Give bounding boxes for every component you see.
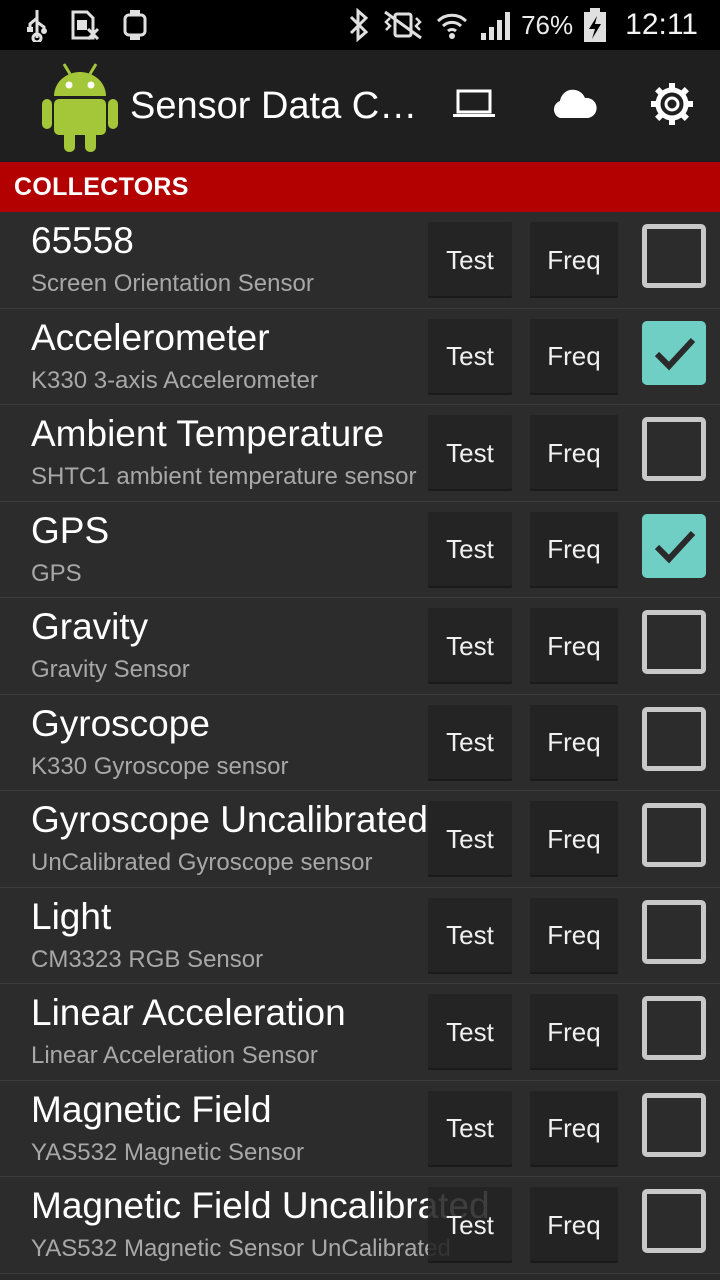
sensor-description: K330 Gyroscope sensor (31, 752, 289, 780)
enable-checkbox[interactable] (642, 610, 706, 674)
freq-button[interactable]: Freq (530, 897, 618, 974)
checkmark-icon (654, 337, 696, 370)
test-button[interactable]: Test (428, 222, 512, 298)
battery-charging-icon (583, 7, 607, 43)
sensor-name: Gravity (31, 606, 149, 647)
freq-button[interactable]: Freq (530, 1090, 618, 1167)
sensor-row[interactable]: Gravity Gravity Sensor Test Freq (0, 598, 720, 695)
enable-checkbox[interactable] (642, 1092, 706, 1157)
action-bar: Sensor Data Collector (0, 50, 720, 162)
enable-checkbox[interactable] (642, 224, 706, 288)
sensor-description: YAS532 Magnetic Sensor UnCalibrated (31, 1235, 451, 1262)
battery-percent: 76% (521, 9, 574, 40)
sensor-row[interactable]: Linear Acceleration Linear Acceleration S… (0, 984, 720, 1081)
watch-icon (122, 9, 148, 41)
sensor-name: Gyroscope Uncalibrated (31, 799, 428, 840)
enable-checkbox[interactable] (642, 417, 706, 481)
laptop-button[interactable] (424, 56, 524, 156)
test-button[interactable]: Test (428, 1090, 512, 1167)
sensor-description: CM3323 RGB Sensor (31, 945, 264, 973)
freq-button[interactable]: Freq (530, 994, 618, 1070)
sensor-row[interactable]: Magnetic Field Uncalibrated YAS532 Magnet… (0, 1177, 720, 1274)
freq-button[interactable]: Freq (530, 318, 618, 395)
enable-checkbox[interactable] (642, 1189, 706, 1253)
sensor-row[interactable]: Ambient Temperature SHTC1 ambient tempera… (0, 405, 720, 502)
sensor-name: Gyroscope (31, 702, 210, 744)
sensor-name: Linear Acceleration (31, 992, 346, 1033)
android-robot-icon (40, 58, 120, 154)
test-button[interactable]: Test (428, 994, 512, 1070)
cloud-button[interactable] (524, 56, 624, 156)
sensor-description: Gravity Sensor (31, 656, 190, 683)
laptop-icon (452, 88, 496, 125)
sensor-description: K330 3-axis Accelerometer (31, 366, 318, 394)
test-button[interactable]: Test (428, 415, 512, 491)
test-button[interactable]: Test (428, 608, 512, 684)
sensor-row[interactable]: Light CM3323 RGB Sensor Test Freq (0, 887, 720, 984)
sensor-description: GPS (31, 559, 82, 587)
sensor-list: 65558 Screen Orientation Sensor Test Freq Ac… (0, 212, 720, 1274)
sensor-row[interactable]: Gyroscope K330 Gyroscope sensor Test Freq (0, 694, 720, 791)
test-button[interactable]: Test (428, 897, 512, 974)
cloud-icon (550, 89, 598, 124)
sensor-description: SHTC1 ambient temperature sensor (31, 463, 417, 490)
enable-checkbox[interactable] (642, 513, 706, 578)
sensor-name: 65558 (31, 220, 134, 261)
test-button[interactable]: Test (428, 318, 512, 395)
sensor-name: Light (31, 895, 112, 937)
app-title: Sensor Data Collector (130, 84, 420, 127)
freq-button[interactable]: Freq (530, 222, 618, 298)
clock: 12:11 (625, 8, 698, 41)
test-button[interactable]: Test (428, 511, 512, 588)
sensor-description: Linear Acceleration Sensor (31, 1042, 318, 1069)
sensor-description: UnCalibrated Gyroscope sensor (31, 849, 373, 876)
sensor-row[interactable]: Magnetic Field YAS532 Magnetic Sensor Test… (0, 1080, 720, 1177)
settings-button[interactable] (624, 56, 720, 156)
enable-checkbox[interactable] (642, 320, 706, 385)
settings-icon (650, 82, 694, 131)
test-button[interactable]: Test (428, 704, 512, 781)
enable-checkbox[interactable] (642, 803, 706, 867)
status-bar: 76% 12:11 (0, 0, 720, 50)
freq-button[interactable]: Freq (530, 801, 618, 877)
sensor-row[interactable]: 65558 Screen Orientation Sensor Test Freq (0, 212, 720, 309)
sensor-description: Screen Orientation Sensor (31, 270, 314, 297)
sensor-description: YAS532 Magnetic Sensor (31, 1138, 305, 1166)
sensor-name: Magnetic Field Uncalibrated (31, 1185, 490, 1226)
freq-button[interactable]: Freq (530, 1187, 618, 1263)
test-button[interactable]: Test (428, 1187, 512, 1263)
wifi-icon (435, 8, 469, 42)
sensor-name: Magnetic Field (31, 1088, 272, 1130)
sensor-name: GPS (31, 509, 110, 551)
sensor-row[interactable]: Accelerometer K330 3-axis Accelerometer Te… (0, 308, 720, 405)
freq-button[interactable]: Freq (530, 511, 618, 588)
no-sim-icon (70, 10, 100, 40)
bluetooth-icon (347, 8, 371, 42)
vibrate-mute-icon (381, 10, 425, 40)
enable-checkbox[interactable] (642, 996, 706, 1060)
sensor-name: Accelerometer (31, 316, 270, 358)
sensor-row[interactable]: Gyroscope Uncalibrated UnCalibrated Gyros… (0, 791, 720, 888)
test-button[interactable]: Test (428, 801, 512, 877)
freq-button[interactable]: Freq (530, 415, 618, 491)
sensor-name: Ambient Temperature (31, 413, 385, 454)
freq-button[interactable]: Freq (530, 608, 618, 684)
enable-checkbox[interactable] (642, 899, 706, 964)
freq-button[interactable]: Freq (530, 704, 618, 781)
section-header-label: COLLECTORS (14, 172, 189, 201)
enable-checkbox[interactable] (642, 706, 706, 771)
checkmark-icon (654, 530, 696, 563)
section-header-collectors: COLLECTORS (0, 162, 720, 212)
usb-icon (26, 8, 48, 42)
sensor-row[interactable]: GPS GPS Test Freq (0, 501, 720, 598)
signal-icon (479, 9, 511, 41)
